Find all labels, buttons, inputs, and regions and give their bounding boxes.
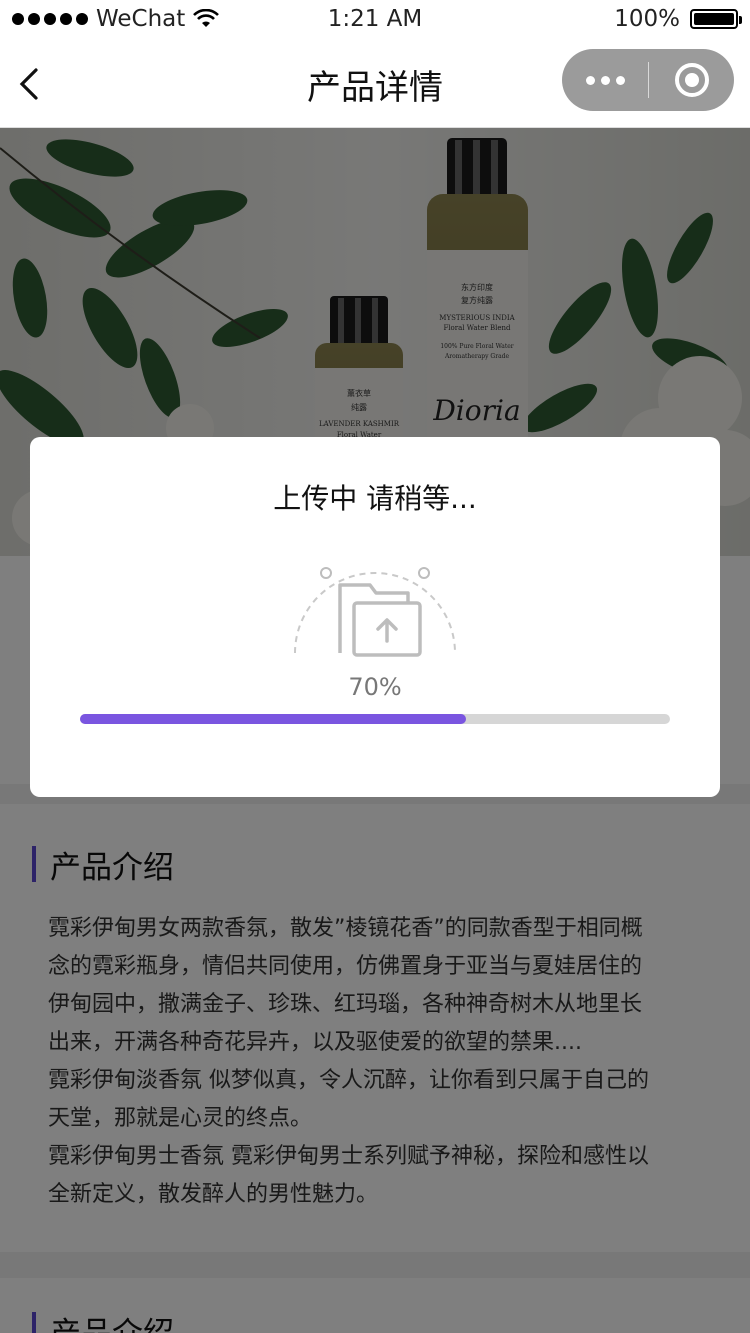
- progress-track: [80, 714, 670, 724]
- nav-bar: 产品详情: [0, 40, 750, 128]
- target-close-icon[interactable]: [649, 49, 734, 111]
- modal-title: 上传中 请稍等...: [273, 482, 477, 515]
- upload-progress-modal: 上传中 请稍等... 70%: [30, 437, 720, 797]
- more-dots-icon[interactable]: [562, 49, 648, 111]
- folder-upload-icon: [294, 567, 456, 657]
- battery-group: 100%: [614, 6, 742, 32]
- battery-percent: 100%: [614, 6, 680, 32]
- progress-percent: 70%: [348, 673, 402, 701]
- status-bar: WeChat 1:21 AM 100%: [0, 0, 750, 40]
- mini-program-capsule: [562, 49, 734, 111]
- battery-icon: [690, 9, 742, 29]
- progress-fill: [80, 714, 467, 724]
